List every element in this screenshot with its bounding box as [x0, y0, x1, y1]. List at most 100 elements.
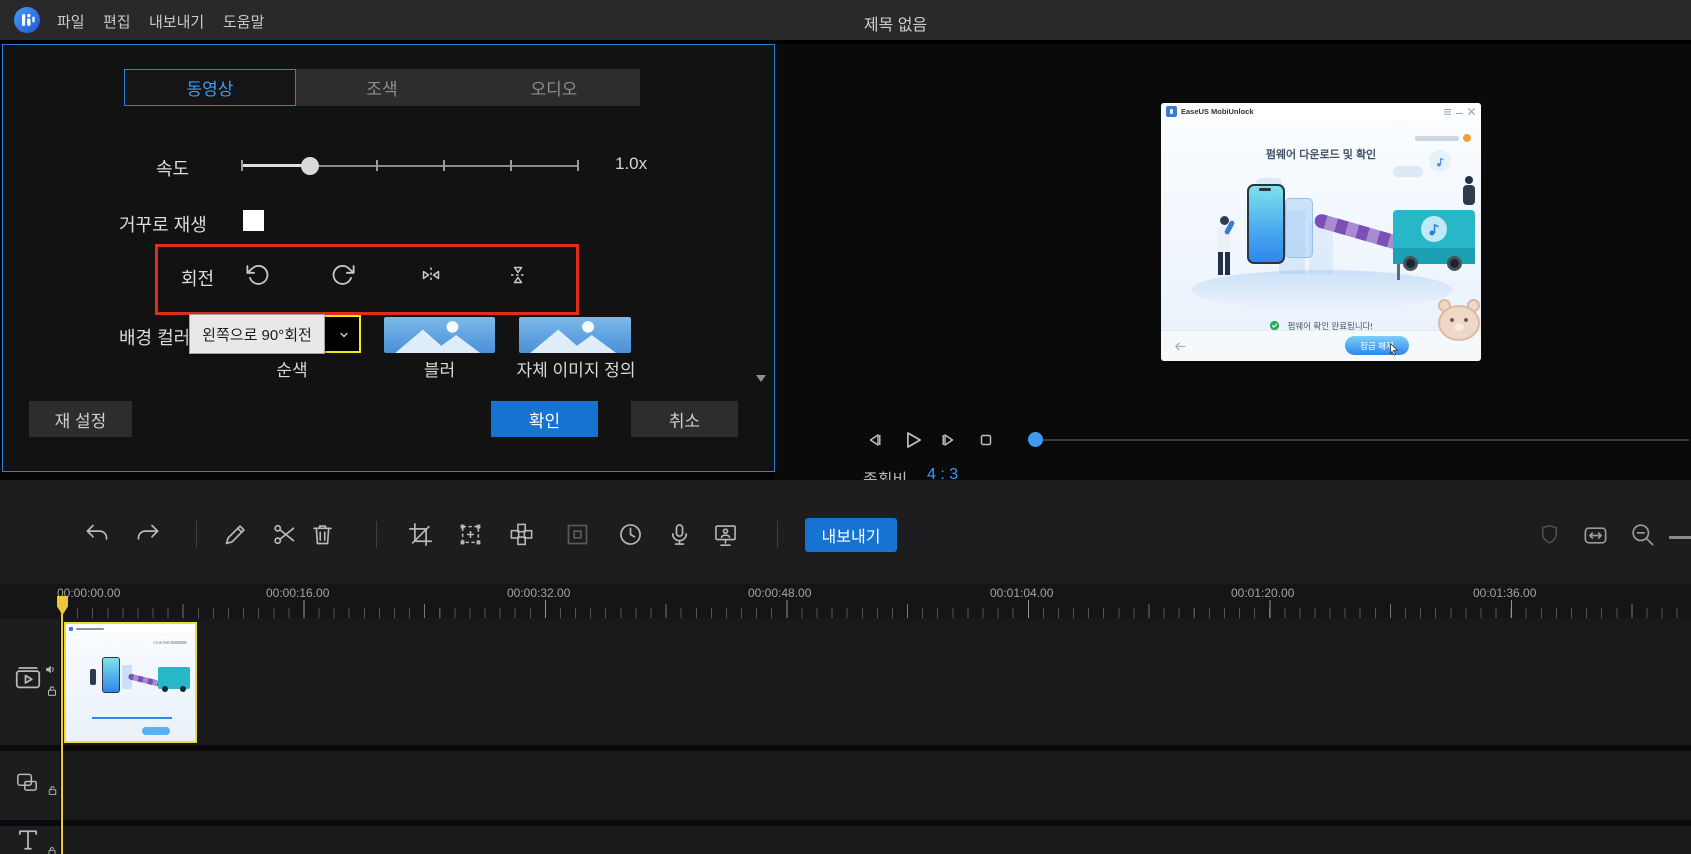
background-label: 배경 컬러	[119, 324, 190, 350]
text-track[interactable]	[62, 826, 1691, 854]
chevron-down-icon	[337, 328, 351, 342]
rotate-highlight-box	[155, 244, 579, 315]
speed-slider-filled[interactable]	[241, 164, 310, 167]
screen-record-icon[interactable]	[712, 521, 739, 548]
mobiunlock-footer: 잠금 해제	[1161, 330, 1481, 361]
app-logo-icon[interactable]	[14, 7, 40, 33]
undo-icon[interactable]	[84, 521, 111, 548]
mobiunlock-titlebar: EaseUS MobiUnlock	[1161, 103, 1481, 121]
seek-bar[interactable]	[1043, 439, 1689, 441]
redo-icon[interactable]	[134, 521, 161, 548]
freeze-frame-icon[interactable]	[564, 521, 591, 548]
fit-timeline-icon[interactable]	[1581, 522, 1610, 549]
mobiunlock-title: EaseUS MobiUnlock	[1181, 107, 1254, 116]
reset-button[interactable]: 재 설정	[29, 401, 132, 437]
playhead-line[interactable]	[61, 596, 63, 854]
play-icon[interactable]	[898, 426, 926, 454]
blur-option-thumbnail[interactable]	[384, 317, 495, 353]
mobiunlock-content: 펌웨어 다운로드 및 확인	[1161, 120, 1481, 330]
bear-mascot	[1437, 299, 1481, 341]
text-track-icon	[14, 826, 42, 854]
prev-frame-icon[interactable]	[863, 428, 887, 452]
speed-tick	[443, 160, 445, 171]
blur-option-label: 블러	[384, 356, 495, 381]
music-bubble-icon	[1429, 150, 1451, 172]
clip-mini-frame	[66, 633, 195, 741]
clip-filename-overlay: [20210201 13365	[70, 634, 193, 649]
firmware-status-text: 펌웨어 확인 완료됩니다!	[1288, 321, 1373, 330]
scroll-down-arrow-icon[interactable]	[756, 375, 766, 382]
preview-video-frame: EaseUS MobiUnlock 펌웨어 다운로드 및 확인	[1161, 103, 1481, 360]
zoom-slider-minus[interactable]	[1669, 536, 1691, 539]
zoom-frame-icon[interactable]	[457, 521, 484, 548]
duration-clock-icon[interactable]	[617, 521, 644, 548]
speed-label: 속도	[156, 155, 189, 181]
phone-ghost-illustration	[1285, 198, 1313, 258]
ruler-label: 00:00:48.00	[748, 586, 811, 600]
toolbar-separator	[196, 521, 197, 548]
cancel-button[interactable]: 취소	[631, 401, 738, 437]
phone-illustration	[1247, 184, 1285, 264]
toolbar-separator	[777, 521, 778, 548]
ok-button[interactable]: 확인	[491, 401, 598, 437]
clip-mini-titlebar	[66, 624, 195, 633]
delete-trash-icon[interactable]	[309, 521, 336, 548]
person-illustration	[1213, 216, 1235, 278]
cloud-shape	[1393, 166, 1423, 177]
overlay-track-icon	[14, 769, 40, 795]
unlock-icon[interactable]	[46, 784, 59, 797]
unlock-icon[interactable]	[45, 684, 59, 698]
ruler-label: 00:01:04.00	[990, 586, 1053, 600]
speed-tick	[241, 160, 243, 171]
speed-tick	[376, 160, 378, 171]
tab-video[interactable]: 동영상	[124, 69, 296, 106]
speed-slider-handle[interactable]	[301, 157, 319, 175]
menubar: 파일 편집 내보내기 도움말 제목 없음	[0, 0, 1691, 40]
speed-tick	[510, 160, 512, 171]
video-track-icon	[13, 663, 43, 693]
video-clip[interactable]: [20210201 13365	[64, 622, 197, 743]
status-row: 펌웨어 확인 완료됩니다!	[1161, 316, 1481, 330]
ruler-major-ticks	[62, 600, 1691, 618]
track-header-column	[0, 618, 60, 854]
split-scissors-icon[interactable]	[271, 521, 298, 548]
mobiunlock-lock-icon	[1166, 106, 1177, 117]
minimize-icon	[1456, 113, 1463, 114]
overlay-track[interactable]	[62, 751, 1691, 820]
cursor-pointer-icon	[1387, 342, 1401, 356]
menu-icon	[1444, 109, 1451, 110]
zoom-out-icon[interactable]	[1629, 521, 1656, 548]
custom-image-option-thumbnail[interactable]	[519, 317, 631, 353]
close-icon	[1467, 107, 1476, 116]
guide-badge-text-bar	[1415, 136, 1459, 141]
crop-icon[interactable]	[407, 521, 434, 548]
voiceover-mic-icon[interactable]	[666, 521, 693, 548]
tab-color[interactable]: 조색	[296, 69, 468, 106]
video-track[interactable]	[62, 618, 1691, 745]
seek-handle[interactable]	[1028, 432, 1043, 447]
ruler-label: 00:00:16.00	[266, 586, 329, 600]
ruler-label: 00:01:36.00	[1473, 586, 1536, 600]
ruler-label: 00:00:32.00	[507, 586, 570, 600]
next-frame-icon[interactable]	[936, 428, 960, 452]
rotate-left-tooltip: 왼쪽으로 90°회전	[189, 314, 325, 354]
menu-file[interactable]: 파일	[57, 11, 85, 32]
back-arrow-icon	[1173, 339, 1188, 354]
shield-icon[interactable]	[1537, 522, 1562, 547]
truck-illustration	[1393, 210, 1475, 264]
edit-dialog: 동영상 조색 오디오 속도 1.0x 거꾸로 재생 회전	[2, 44, 775, 472]
window-title: 제목 없음	[100, 11, 1691, 35]
tab-audio[interactable]: 오디오	[468, 69, 640, 106]
unlock-icon[interactable]	[46, 845, 58, 854]
export-button[interactable]: 내보내기	[805, 518, 897, 552]
toolbar-separator	[376, 521, 377, 548]
edit-pencil-icon[interactable]	[222, 521, 249, 548]
reverse-checkbox[interactable]	[243, 210, 264, 231]
guide-badge-icon	[1463, 134, 1471, 142]
person2-illustration	[1461, 176, 1477, 218]
speed-tick	[577, 160, 579, 171]
ruler-label: 00:01:20.00	[1231, 586, 1294, 600]
mosaic-icon[interactable]	[508, 521, 535, 548]
stop-icon[interactable]	[974, 428, 998, 452]
speaker-icon[interactable]	[44, 662, 59, 677]
